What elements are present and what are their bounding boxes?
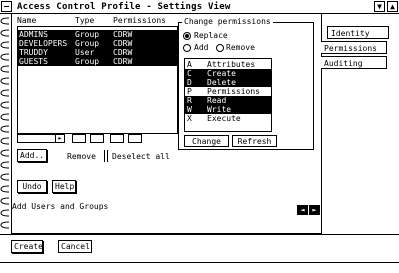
- replace-radio[interactable]: [183, 32, 191, 40]
- refresh-button[interactable]: Refresh: [232, 135, 277, 147]
- attribute-key: D: [187, 78, 192, 87]
- window-title: Access Control Profile - Settings View: [17, 2, 231, 12]
- list-item[interactable]: DEVELOPERS Group CDRW: [18, 39, 177, 48]
- status-text: Add Users and Groups: [12, 202, 109, 211]
- page-forward-icon[interactable]: ►: [309, 205, 320, 215]
- attribute-key: A: [187, 60, 192, 69]
- list-item-name: ADMINS: [19, 30, 48, 39]
- system-menu-button[interactable]: [1, 1, 12, 12]
- attribute-label: Execute: [207, 114, 241, 123]
- list-item-type: Group: [75, 39, 100, 48]
- list-item-type: User: [75, 48, 95, 57]
- column-header-permissions[interactable]: Permissions: [113, 16, 166, 25]
- notebook-binding: [0, 14, 9, 236]
- separator: [104, 150, 105, 162]
- list-item-permissions: CDRW: [113, 30, 133, 39]
- list-item[interactable]: C Create: [185, 69, 271, 78]
- list-item-name: DEVELOPERS: [19, 39, 68, 48]
- add-radio-label: Add: [194, 43, 209, 52]
- tab-permissions[interactable]: Permissions: [321, 41, 387, 54]
- title-bar: Access Control Profile - Settings View ▼…: [0, 0, 399, 14]
- list-item[interactable]: ADMINS Group CDRW: [18, 30, 177, 39]
- minimize-button[interactable]: ▼: [374, 1, 385, 12]
- tab-auditing-label: Auditing: [324, 59, 363, 68]
- attribute-key: C: [187, 69, 192, 78]
- cancel-button[interactable]: Cancel: [58, 240, 92, 253]
- attribute-key: W: [187, 105, 192, 114]
- attribute-key: R: [187, 96, 192, 105]
- list-item[interactable]: D Delete: [185, 78, 271, 87]
- undo-button[interactable]: Undo: [17, 180, 47, 193]
- tab-identity[interactable]: Identity: [327, 26, 389, 39]
- attribute-label: Create: [207, 69, 236, 78]
- change-button[interactable]: Change: [184, 135, 229, 147]
- list-item[interactable]: W Write: [185, 105, 271, 114]
- maximize-button[interactable]: ▲: [387, 1, 398, 12]
- attribute-key: X: [187, 114, 192, 123]
- type-column-scrollbar[interactable]: [72, 134, 86, 143]
- replace-radio-label: Replace: [194, 31, 228, 40]
- help-button[interactable]: Help: [52, 180, 76, 193]
- remove-radio-label: Remove: [226, 43, 255, 52]
- separator: [107, 150, 108, 162]
- tab-auditing[interactable]: Auditing: [321, 56, 387, 69]
- list-item[interactable]: P Permissions: [185, 87, 271, 96]
- divider: [0, 234, 399, 235]
- divider: [0, 262, 399, 263]
- tab-permissions-label: Permissions: [324, 44, 377, 53]
- permissions-column-scrollbar-right[interactable]: [128, 134, 142, 143]
- scroll-right-icon[interactable]: ►: [55, 135, 64, 142]
- remove-user-button[interactable]: Remove: [67, 152, 96, 161]
- permissions-column-scrollbar[interactable]: [110, 134, 124, 143]
- list-item-type: Group: [75, 57, 100, 66]
- list-item-permissions: CDRW: [113, 48, 133, 57]
- column-header-type[interactable]: Type: [75, 16, 94, 25]
- attribute-key: P: [187, 87, 192, 96]
- create-button[interactable]: Create: [11, 240, 43, 253]
- tab-identity-label: Identity: [331, 29, 370, 38]
- page-back-icon[interactable]: ◄: [297, 205, 308, 215]
- list-item-name: GUESTS: [19, 57, 48, 66]
- attribute-label: Write: [207, 105, 232, 114]
- attributes-list[interactable]: A Attributes C Create D Delete P Permiss…: [184, 58, 272, 132]
- list-item-permissions: CDRW: [113, 39, 133, 48]
- spiral-rings-icon: [0, 17, 9, 229]
- list-item[interactable]: TRUDDY User CDRW: [18, 48, 177, 57]
- attribute-label: Delete: [207, 78, 236, 87]
- list-item-permissions: CDRW: [113, 57, 133, 66]
- list-item[interactable]: A Attributes: [185, 60, 271, 69]
- remove-radio[interactable]: [216, 44, 224, 52]
- column-header-name[interactable]: Name: [17, 16, 36, 25]
- type-column-scrollbar-right[interactable]: [90, 134, 104, 143]
- deselect-all-button[interactable]: Deselect all: [112, 152, 170, 161]
- add-user-button[interactable]: Add...: [17, 149, 49, 162]
- list-item[interactable]: R Read: [185, 96, 271, 105]
- attribute-label: Permissions: [207, 87, 260, 96]
- list-item-name: TRUDDY: [19, 48, 48, 57]
- list-item[interactable]: GUESTS Group CDRW: [18, 57, 177, 66]
- attribute-label: Attributes: [207, 60, 256, 69]
- list-item-type: Group: [75, 30, 100, 39]
- change-permissions-label: Change permissions: [182, 17, 273, 26]
- attribute-label: Read: [207, 96, 227, 105]
- notebook-tabs: Identity Permissions Auditing: [321, 14, 399, 234]
- users-groups-list[interactable]: ADMINS Group CDRW DEVELOPERS Group CDRW …: [17, 26, 178, 134]
- add-radio[interactable]: [183, 44, 191, 52]
- list-item[interactable]: X Execute: [185, 114, 271, 123]
- name-column-scrollbar[interactable]: ►: [17, 134, 65, 143]
